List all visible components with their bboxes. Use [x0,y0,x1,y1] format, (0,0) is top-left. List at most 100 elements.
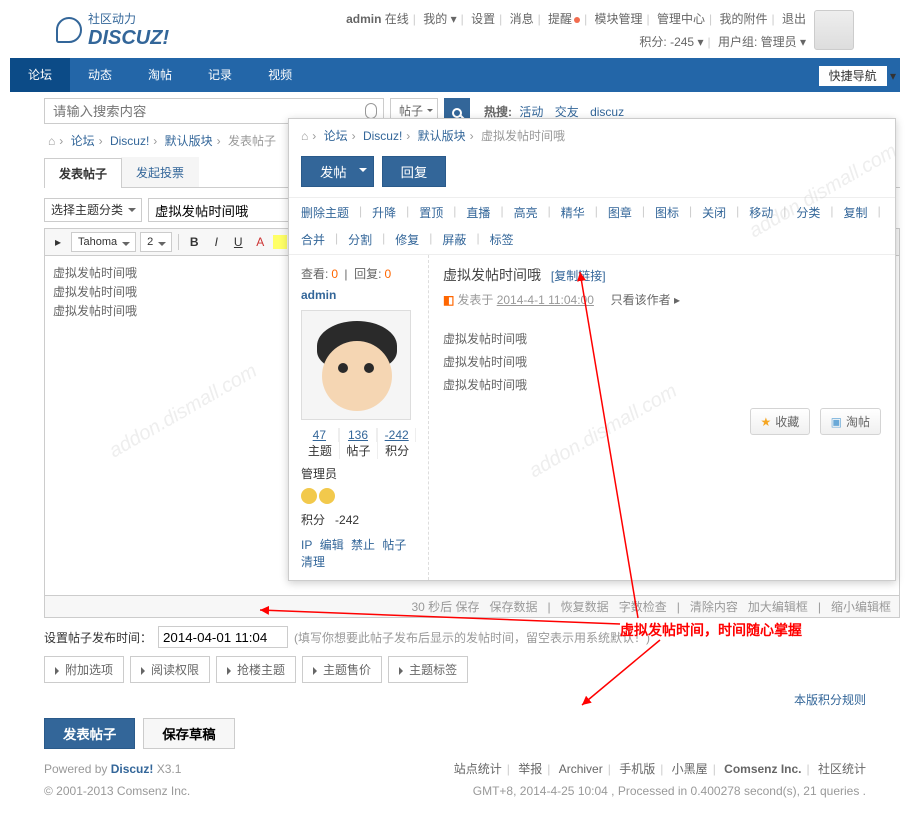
ft-save[interactable]: 保存数据 [490,598,538,615]
mod-digest[interactable]: 精华 [561,204,585,221]
fl-ban[interactable]: 小黑屋 [672,762,708,776]
ft-bigger[interactable]: 加大编辑框 [748,598,808,615]
hot-1[interactable]: 活动 [519,105,543,119]
ft-wordcount[interactable]: 字数检查 [619,598,667,615]
type-select[interactable]: 选择主题分类 [44,198,142,222]
fl-stats[interactable]: 站点统计 [454,762,502,776]
size-select[interactable]: 2 [140,232,172,252]
mod-stick[interactable]: 置顶 [419,204,443,221]
underline-button[interactable]: U [229,233,247,251]
tab-post[interactable]: 发表帖子 [44,158,122,188]
color-button[interactable]: A [251,233,269,251]
ft-smaller[interactable]: 缩小编辑框 [831,598,891,615]
opt-rush[interactable]: 抢楼主题 [216,656,296,683]
nav-forum[interactable]: 论坛 [10,58,70,92]
scoop-button[interactable]: ▣淘帖 [820,408,881,435]
bc-board[interactable]: 默认版块 [165,134,213,148]
rules-link[interactable]: 本版积分规则 [794,693,866,707]
mod-type[interactable]: 分类 [796,204,820,221]
mod-del[interactable]: 删除主题 [301,204,349,221]
home-icon[interactable]: ⌂ [48,134,55,148]
save-draft-button[interactable]: 保存草稿 [143,718,234,749]
menu-attach[interactable]: 我的附件 [720,12,768,26]
menu-mod[interactable]: 模块管理 [595,12,643,26]
nav-video[interactable]: 视频 [250,58,310,92]
bc-discuz[interactable]: Discuz! [110,134,149,148]
al-edit[interactable]: 编辑 [320,538,344,552]
mod-stamp[interactable]: 图章 [608,204,632,221]
italic-button[interactable]: I [207,233,225,251]
hot-3[interactable]: discuz [590,105,624,119]
al-ip[interactable]: IP [301,538,312,552]
nav-collection[interactable]: 淘帖 [130,58,190,92]
mod-ban[interactable]: 屏蔽 [442,231,466,248]
logo[interactable]: 社区动力 DISCUZ! [56,10,169,50]
fav-button[interactable]: ★收藏 [750,408,811,435]
mod-split[interactable]: 分割 [348,231,372,248]
al-posts[interactable]: 帖子 [382,538,406,552]
fl-report[interactable]: 举报 [518,762,542,776]
mod-move[interactable]: 移动 [749,204,773,221]
ft-clear[interactable]: 清除内容 [690,598,738,615]
fl-comm[interactable]: 社区统计 [818,762,866,776]
user-link[interactable]: admin [346,12,381,26]
nav-feed[interactable]: 动态 [70,58,130,92]
mod-icon[interactable]: 图标 [655,204,679,221]
menu-admin[interactable]: 管理中心 [657,12,705,26]
fl-archiver[interactable]: Archiver [559,762,603,776]
fl-mobile[interactable]: 手机版 [619,762,655,776]
mod-bump[interactable]: 升降 [372,204,396,221]
pbc-title: 虚拟发帖时间哦 [481,129,565,143]
font-select[interactable]: Tahoma [71,232,136,252]
bold-button[interactable]: B [185,233,203,251]
mic-icon[interactable] [365,103,377,119]
avatar-top[interactable] [814,10,854,50]
mod-repair[interactable]: 修复 [395,231,419,248]
search-input[interactable] [45,104,365,119]
drawer-icon: ▣ [831,415,842,429]
mod-live[interactable]: 直播 [466,204,490,221]
exp-icon[interactable]: ▸ [49,233,67,251]
mod-copy[interactable]: 复制 [844,204,868,221]
mod-hl[interactable]: 高亮 [514,204,538,221]
mod-close[interactable]: 关闭 [702,204,726,221]
nav-doing[interactable]: 记录 [190,58,250,92]
opt-price[interactable]: 主题售价 [302,656,382,683]
opt-perm[interactable]: 阅读权限 [130,656,210,683]
menu-notice[interactable]: 提醒 [548,12,572,26]
quick-nav[interactable]: 快捷导航 [819,66,887,86]
post-time[interactable]: 2014-4-1 11:04:00 [497,293,594,307]
only-author[interactable]: 只看该作者 [611,293,671,307]
al-ban[interactable]: 禁止 [351,538,375,552]
fl-comsenz[interactable]: Comsenz Inc. [724,762,801,776]
author-name[interactable]: admin [301,288,416,302]
author-avatar[interactable] [301,310,411,420]
menu-settings[interactable]: 设置 [471,12,495,26]
pbc-forum[interactable]: 论坛 [324,129,348,143]
bc-forum[interactable]: 论坛 [71,134,95,148]
opt-extra[interactable]: 附加选项 [44,656,124,683]
mod-tag[interactable]: 标签 [490,231,514,248]
menu-my[interactable]: 我的 [423,12,447,26]
p-home-icon[interactable]: ⌂ [301,129,308,143]
ft-autosave[interactable]: 30 秒后 保存 [412,598,480,615]
thread-popup: ⌂› 论坛› Discuz!› 默认版块› 虚拟发帖时间哦 发帖 回复 删除主题… [288,118,896,581]
pbc-board[interactable]: 默认版块 [418,129,466,143]
new-post-button[interactable]: 发帖 [301,156,374,187]
mod-merge[interactable]: 合并 [301,231,325,248]
menu-logout[interactable]: 退出 [782,12,806,26]
opt-tags[interactable]: 主题标签 [388,656,468,683]
copy-link[interactable]: [复制链接] [551,269,606,283]
foot-dz[interactable]: Discuz! [111,762,154,776]
submit-post-button[interactable]: 发表帖子 [44,718,135,749]
ft-restore[interactable]: 恢复数据 [561,598,609,615]
reply-button[interactable]: 回复 [382,156,447,187]
settime-input[interactable] [158,626,288,648]
post-pane: 虚拟发帖时间哦 [复制链接] ◧发表于 2014-4-1 11:04:00 只看… [429,255,895,580]
hot-2[interactable]: 交友 [555,105,579,119]
pbc-discuz[interactable]: Discuz! [363,129,402,143]
tab-poll[interactable]: 发起投票 [121,157,199,187]
bgcolor-button[interactable] [273,235,287,249]
menu-msg[interactable]: 消息 [510,12,534,26]
al-clean[interactable]: 清理 [301,555,325,569]
